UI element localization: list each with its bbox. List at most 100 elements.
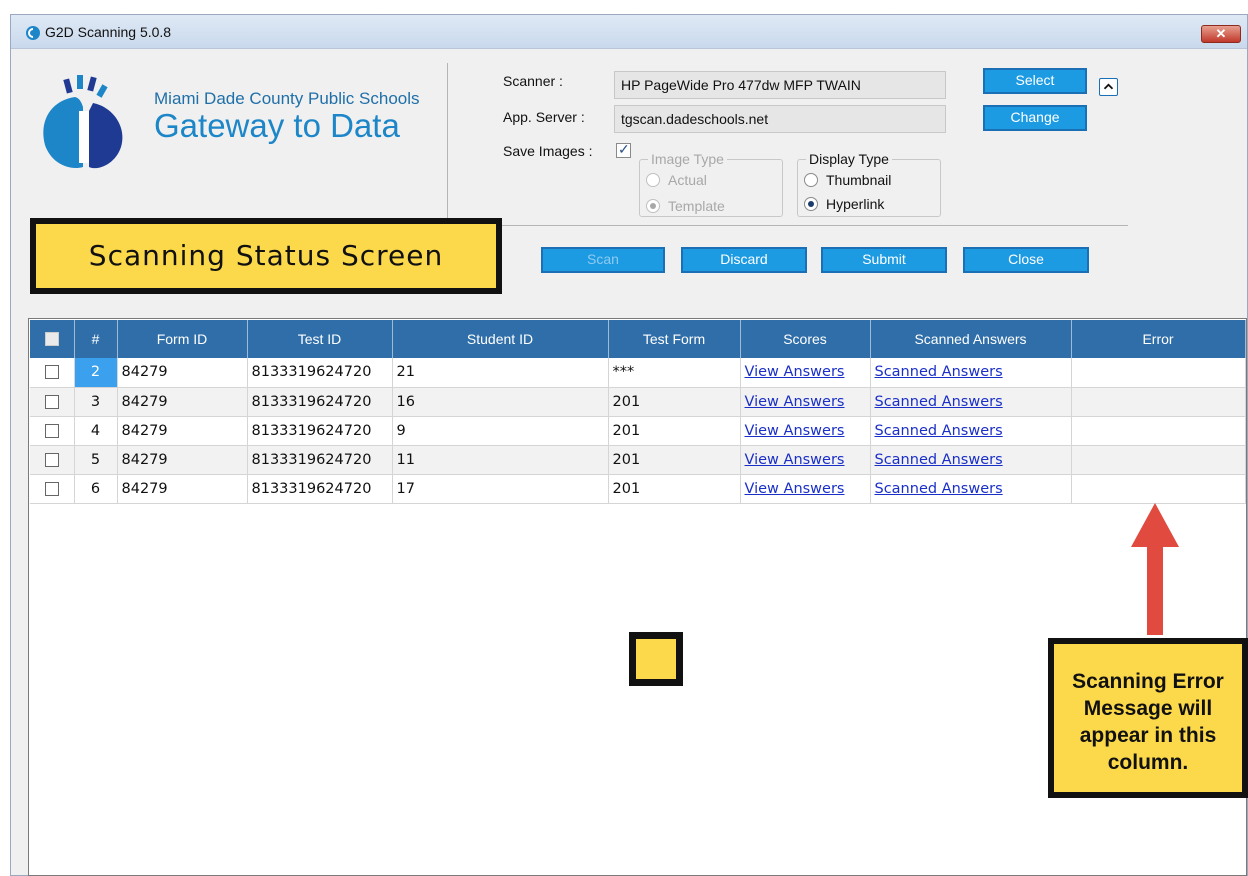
radio-hyperlink-indicator[interactable] [804, 197, 818, 211]
scanner-field[interactable]: HP PageWide Pro 477dw MFP TWAIN [614, 71, 946, 99]
scanned-answers-link[interactable]: Scanned Answers [875, 452, 1003, 468]
radio-hyperlink-label: Hyperlink [826, 196, 885, 212]
error-cell [1071, 445, 1246, 475]
view-answers-link[interactable]: View Answers [745, 481, 845, 497]
student-id-cell: 16 [392, 387, 609, 417]
save-images-label: Save Images : [503, 143, 593, 159]
student-id-cell: 11 [392, 445, 609, 475]
scores-cell: View Answers [740, 387, 871, 417]
row-checkbox[interactable] [30, 387, 75, 417]
title-bar: G2D Scanning 5.0.8 ✕ [11, 15, 1247, 49]
table-row[interactable]: 6 84279 8133319624720 17 201 View Answer… [30, 474, 1246, 504]
window-close-button[interactable]: ✕ [1201, 25, 1241, 43]
scores-cell: View Answers [740, 416, 871, 446]
row-number: 3 [74, 387, 118, 417]
scanned-cell: Scanned Answers [870, 416, 1072, 446]
col-header-test-id[interactable]: Test ID [247, 320, 393, 358]
discard-button[interactable]: Discard [681, 247, 807, 273]
student-id-cell: 9 [392, 416, 609, 446]
app-logo-icon [26, 26, 40, 40]
select-button[interactable]: Select [983, 68, 1087, 94]
test-id-cell: 8133319624720 [247, 387, 393, 417]
radio-thumbnail[interactable]: Thumbnail [804, 172, 891, 188]
row-checkbox[interactable] [30, 416, 75, 446]
display-type-legend: Display Type [806, 151, 892, 167]
table-row[interactable]: 2 84279 8133319624720 21 *** View Answer… [30, 358, 1246, 388]
view-answers-link[interactable]: View Answers [745, 452, 845, 468]
radio-template[interactable]: Template [646, 198, 725, 214]
radio-template-label: Template [668, 198, 725, 214]
test-form-cell: 201 [608, 416, 741, 446]
table-row[interactable]: 3 84279 8133319624720 16 201 View Answer… [30, 387, 1246, 417]
form-id-cell: 84279 [117, 358, 248, 388]
collapse-chevron-icon[interactable] [1099, 78, 1118, 96]
arrow-up-icon [1131, 503, 1179, 635]
col-header-num[interactable]: # [74, 320, 118, 358]
test-form-cell: *** [608, 358, 741, 388]
results-table: # Form ID Test ID Student ID Test Form S… [30, 320, 1246, 504]
row-checkbox[interactable] [30, 474, 75, 504]
test-form-cell: 201 [608, 445, 741, 475]
row-number: 2 [74, 358, 118, 388]
scores-cell: View Answers [740, 445, 871, 475]
scan-button[interactable]: Scan [541, 247, 665, 273]
scanned-answers-link[interactable]: Scanned Answers [875, 364, 1003, 380]
scanned-answers-link[interactable]: Scanned Answers [875, 394, 1003, 410]
radio-hyperlink[interactable]: Hyperlink [804, 196, 884, 212]
scores-cell: View Answers [740, 474, 871, 504]
form-id-cell: 84279 [117, 445, 248, 475]
row-checkbox[interactable] [30, 445, 75, 475]
table-row[interactable]: 4 84279 8133319624720 9 201 View Answers… [30, 416, 1246, 446]
scanned-answers-link[interactable]: Scanned Answers [875, 481, 1003, 497]
form-id-cell: 84279 [117, 387, 248, 417]
test-id-cell: 8133319624720 [247, 358, 393, 388]
table-row[interactable]: 5 84279 8133319624720 11 201 View Answer… [30, 445, 1246, 475]
server-field[interactable]: tgscan.dadeschools.net [614, 105, 946, 133]
save-images-checkbox[interactable] [616, 141, 631, 158]
image-type-group: Image Type Actual Template [639, 151, 783, 217]
col-header-error[interactable]: Error [1071, 320, 1246, 358]
view-answers-link[interactable]: View Answers [745, 364, 845, 380]
scanned-answers-link[interactable]: Scanned Answers [875, 423, 1003, 439]
col-header-form-id[interactable]: Form ID [117, 320, 248, 358]
test-id-cell: 8133319624720 [247, 445, 393, 475]
col-header-scanned-answers[interactable]: Scanned Answers [870, 320, 1072, 358]
col-header-scores[interactable]: Scores [740, 320, 871, 358]
window-title: G2D Scanning 5.0.8 [45, 24, 172, 40]
brand-name: Gateway to Data [154, 107, 400, 144]
header-divider [447, 63, 448, 233]
scanned-cell: Scanned Answers [870, 358, 1072, 388]
scanned-cell: Scanned Answers [870, 474, 1072, 504]
radio-template-indicator[interactable] [646, 199, 660, 213]
error-cell [1071, 416, 1246, 446]
close-button[interactable]: Close [963, 247, 1089, 273]
col-header-student-id[interactable]: Student ID [392, 320, 609, 358]
form-id-cell: 84279 [117, 474, 248, 504]
change-button[interactable]: Change [983, 105, 1087, 131]
scanned-cell: Scanned Answers [870, 387, 1072, 417]
error-callout: Scanning Error Message will appear in th… [1048, 638, 1248, 798]
radio-thumbnail-indicator[interactable] [804, 173, 818, 187]
scanned-cell: Scanned Answers [870, 445, 1072, 475]
col-header-test-form[interactable]: Test Form [608, 320, 741, 358]
image-type-legend: Image Type [648, 151, 727, 167]
radio-actual[interactable]: Actual [646, 172, 707, 188]
org-name: Miami Dade County Public Schools [154, 89, 420, 108]
display-type-group: Display Type Thumbnail Hyperlink [797, 151, 941, 217]
view-answers-link[interactable]: View Answers [745, 394, 845, 410]
error-cell [1071, 358, 1246, 388]
test-form-cell: 201 [608, 387, 741, 417]
highlight-marker [629, 632, 683, 686]
select-all-checkbox[interactable] [30, 320, 75, 358]
test-form-cell: 201 [608, 474, 741, 504]
test-id-cell: 8133319624720 [247, 474, 393, 504]
radio-actual-indicator[interactable] [646, 173, 660, 187]
error-cell [1071, 474, 1246, 504]
scores-cell: View Answers [740, 358, 871, 388]
view-answers-link[interactable]: View Answers [745, 423, 845, 439]
status-screen-banner: Scanning Status Screen [30, 218, 502, 294]
radio-thumbnail-label: Thumbnail [826, 172, 892, 188]
submit-button[interactable]: Submit [821, 247, 947, 273]
radio-actual-label: Actual [668, 172, 707, 188]
row-checkbox[interactable] [30, 358, 75, 388]
